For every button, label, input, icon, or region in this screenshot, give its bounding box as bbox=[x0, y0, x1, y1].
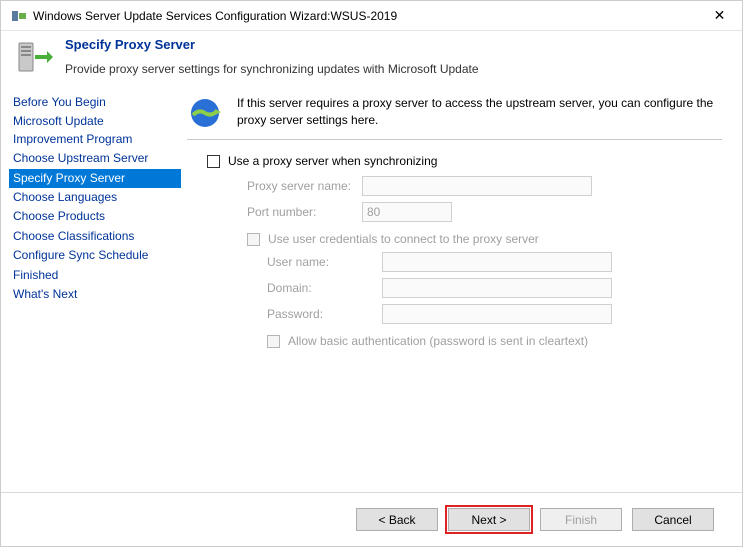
wizard-header-icon bbox=[15, 37, 55, 77]
username-input bbox=[382, 252, 612, 272]
domain-input bbox=[382, 278, 612, 298]
domain-label: Domain: bbox=[267, 281, 382, 295]
cancel-button[interactable]: Cancel bbox=[632, 508, 714, 531]
allow-basic-auth-label: Allow basic authentication (password is … bbox=[288, 334, 588, 348]
proxy-name-label: Proxy server name: bbox=[247, 179, 362, 193]
proxy-form: Use a proxy server when synchronizing Pr… bbox=[187, 154, 722, 348]
sidebar-item-specify-proxy[interactable]: Specify Proxy Server bbox=[9, 169, 181, 188]
sidebar-item-before-you-begin[interactable]: Before You Begin bbox=[9, 93, 181, 112]
sidebar-item-choose-products[interactable]: Choose Products bbox=[9, 207, 181, 226]
sidebar-item-whats-next[interactable]: What's Next bbox=[9, 285, 181, 304]
sidebar-item-finished[interactable]: Finished bbox=[9, 266, 181, 285]
next-button[interactable]: Next > bbox=[448, 508, 530, 531]
sidebar-item-upstream-server[interactable]: Choose Upstream Server bbox=[9, 149, 181, 168]
use-credentials-label: Use user credentials to connect to the p… bbox=[268, 232, 539, 246]
port-input[interactable] bbox=[362, 202, 452, 222]
wizard-footer: < Back Next > Finish Cancel bbox=[1, 492, 742, 546]
wizard-sidebar: Before You Begin Microsoft Update Improv… bbox=[1, 89, 181, 504]
app-icon bbox=[11, 8, 27, 24]
divider bbox=[187, 139, 722, 140]
password-label: Password: bbox=[267, 307, 382, 321]
use-proxy-checkbox[interactable] bbox=[207, 155, 220, 168]
use-proxy-label: Use a proxy server when synchronizing bbox=[228, 154, 437, 168]
use-credentials-checkbox bbox=[247, 233, 260, 246]
proxy-name-input[interactable] bbox=[362, 176, 592, 196]
close-button[interactable]: ✕ bbox=[697, 1, 742, 31]
sidebar-item-sync-schedule[interactable]: Configure Sync Schedule bbox=[9, 246, 181, 265]
allow-basic-auth-checkbox bbox=[267, 335, 280, 348]
port-label: Port number: bbox=[247, 205, 362, 219]
back-button[interactable]: < Back bbox=[356, 508, 438, 531]
sidebar-item-choose-languages[interactable]: Choose Languages bbox=[9, 188, 181, 207]
titlebar: Windows Server Update Services Configura… bbox=[1, 1, 742, 31]
username-label: User name: bbox=[267, 255, 382, 269]
intro-text: If this server requires a proxy server t… bbox=[237, 95, 722, 131]
page-subtitle: Provide proxy server settings for synchr… bbox=[65, 62, 479, 76]
wizard-content: If this server requires a proxy server t… bbox=[181, 89, 742, 504]
wizard-header: Specify Proxy Server Provide proxy serve… bbox=[1, 31, 742, 89]
window-title: Windows Server Update Services Configura… bbox=[33, 9, 697, 23]
sidebar-item-choose-classifications[interactable]: Choose Classifications bbox=[9, 227, 181, 246]
sidebar-item-improvement-program[interactable]: Microsoft Update Improvement Program bbox=[9, 112, 181, 149]
password-input bbox=[382, 304, 612, 324]
finish-button: Finish bbox=[540, 508, 622, 531]
page-title: Specify Proxy Server bbox=[65, 37, 479, 52]
globe-icon bbox=[187, 95, 223, 131]
wizard-body: Before You Begin Microsoft Update Improv… bbox=[1, 89, 742, 504]
